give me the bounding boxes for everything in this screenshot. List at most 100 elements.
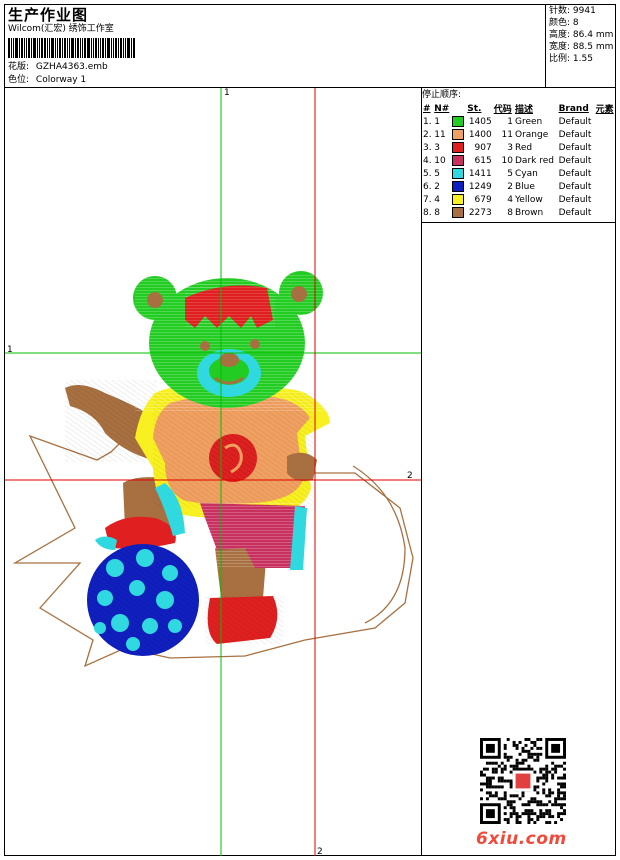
bear-head [133, 271, 325, 411]
col-element: 元素 [595, 105, 614, 115]
color-swatch [452, 116, 465, 127]
row-stitches: 615 [474, 155, 492, 166]
watermark-logo: 6xiu.com [476, 829, 567, 849]
row-index: 1. [423, 116, 432, 127]
row-brand: Default [558, 181, 592, 192]
row-description: Red [515, 142, 533, 153]
row-description: Orange [515, 129, 549, 140]
row-needle: 8 [434, 207, 440, 218]
row-element [595, 180, 616, 193]
row-swatch [451, 115, 466, 128]
row-swatch [451, 206, 466, 219]
row-element [595, 193, 616, 206]
col-brand: Brand [558, 103, 589, 114]
colorway-label: 色位: [8, 75, 30, 85]
row-swatch [451, 180, 466, 193]
thread-table: # N# St. 代码 描述 Brand 元素 1. 1 1405 1 Green Def… [422, 102, 616, 219]
row-element [595, 115, 616, 128]
thread-row: 5. 5 1411 5 Cyan Default [422, 167, 616, 180]
row-needle: 10 [434, 155, 446, 166]
color-swatch [452, 168, 465, 179]
row-code: 10 [501, 155, 513, 166]
design-width: 宽度: 88.5 mm [549, 42, 614, 52]
thread-row: 1. 1 1405 1 Green Default [422, 115, 616, 128]
row-code: 2 [507, 181, 513, 192]
colorway-row: 色位: Colorway 1 [8, 75, 86, 86]
row-code: 11 [501, 129, 513, 140]
row-stitches: 1405 [468, 116, 492, 127]
thread-row: 8. 8 2273 8 Brown Default [422, 206, 616, 219]
axis-label-top: 1 [224, 88, 230, 98]
row-stitches: 1400 [468, 129, 492, 140]
thread-row: 7. 4 679 4 Yellow Default [422, 193, 616, 206]
color-swatch [452, 129, 465, 140]
color-swatch [452, 181, 465, 192]
row-brand: Default [558, 194, 592, 205]
row-brand: Default [558, 155, 592, 166]
row-index: 7. [423, 194, 432, 205]
row-element [595, 167, 616, 180]
row-element [595, 206, 616, 219]
color-swatch [452, 194, 465, 205]
col-needle: N# [434, 103, 450, 114]
thread-row: 2. 11 1400 11 Orange Default [422, 128, 616, 141]
row-index: 8. [423, 207, 432, 218]
tail [352, 465, 406, 624]
row-index: 6. [423, 181, 432, 192]
thread-row: 6. 2 1249 2 Blue Default [422, 180, 616, 193]
row-element [595, 128, 616, 141]
row-stitches: 679 [474, 194, 492, 205]
thread-table-header: # N# St. 代码 描述 Brand 元素 [422, 102, 616, 116]
row-needle: 1 [434, 116, 440, 127]
design-scale: 比例: 1.55 [549, 54, 593, 64]
row-description: Cyan [515, 168, 538, 179]
stats-panel: 针数: 9941 颜色: 8 高度: 86.4 mm 宽度: 88.5 mm 比… [549, 5, 613, 65]
thread-row: 3. 3 907 3 Red Default [422, 141, 616, 154]
color-count: 颜色: 8 [549, 18, 579, 28]
sheet-title: 生产作业图 [8, 6, 89, 24]
row-description: Green [515, 116, 543, 127]
col-code: 代码 [493, 105, 512, 115]
pattern-label: 花版: [8, 62, 30, 72]
row-swatch [451, 193, 466, 206]
thread-table-bottom [421, 222, 616, 223]
row-stitches: 2273 [468, 207, 492, 218]
col-swatch [451, 102, 466, 115]
row-index: 3. [423, 142, 432, 153]
embroidery-preview [5, 88, 421, 856]
row-index: 2. [423, 129, 432, 140]
row-needle: 4 [434, 194, 440, 205]
row-index: 5. [423, 168, 432, 179]
color-swatch [452, 207, 465, 218]
axis-label-left: 1 [7, 345, 13, 355]
row-code: 5 [507, 168, 513, 179]
header-divider-vertical [545, 4, 546, 88]
col-stitches: St. [467, 103, 482, 114]
row-brand: Default [558, 116, 592, 127]
row-code: 8 [507, 207, 513, 218]
row-description: Blue [515, 181, 535, 192]
row-code: 3 [507, 142, 513, 153]
row-code: 1 [507, 116, 513, 127]
axis-label-bottom: 2 [317, 847, 323, 857]
stitch-count: 针数: 9941 [549, 6, 596, 16]
row-code: 4 [507, 194, 513, 205]
row-needle: 2 [434, 181, 440, 192]
row-brand: Default [558, 207, 592, 218]
row-description: Brown [515, 207, 544, 218]
thread-row: 4. 10 615 10 Dark red Default [422, 154, 616, 167]
row-description: Dark red [515, 155, 554, 166]
row-swatch [451, 141, 466, 154]
axis-label-right: 2 [407, 471, 413, 481]
col-description: 描述 [515, 105, 534, 115]
color-swatch [452, 142, 465, 153]
design-height: 高度: 86.4 mm [549, 30, 614, 40]
thread-sequence-panel: 停止顺序: # N# St. 代码 描述 Brand 元素 1. 1 1405 1 Gr… [422, 89, 616, 219]
row-stitches: 1411 [468, 168, 492, 179]
barcode [8, 38, 152, 58]
thread-sequence-title: 停止顺序: [422, 90, 462, 100]
col-index: # [423, 103, 431, 114]
colorway-value: Colorway 1 [35, 75, 87, 85]
right-hand [287, 452, 317, 482]
color-swatch [452, 155, 465, 166]
